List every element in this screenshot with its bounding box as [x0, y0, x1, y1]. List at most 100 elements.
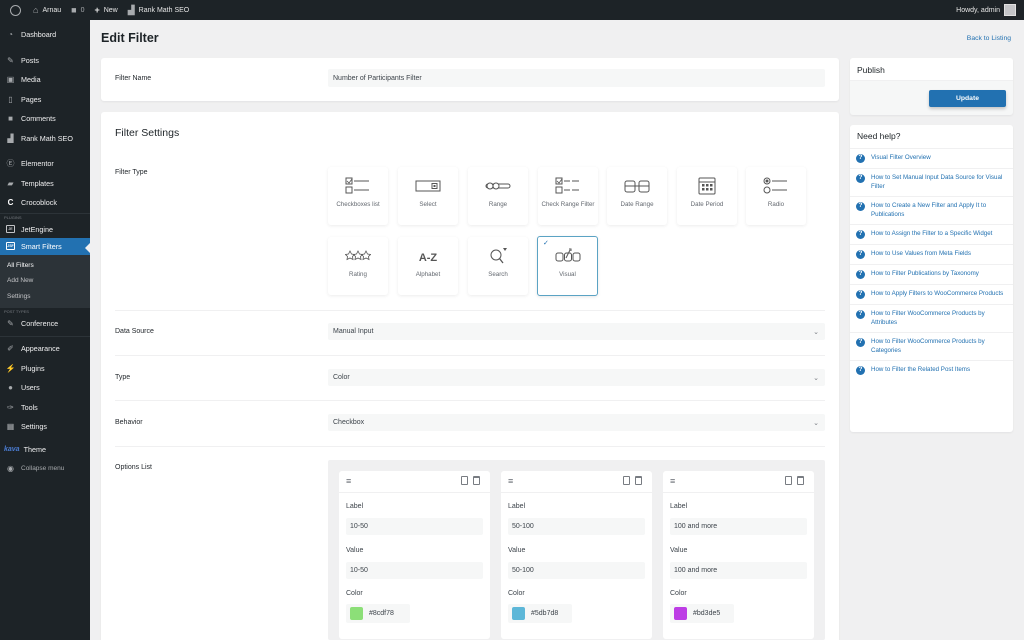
- sidebar-item-theme[interactable]: kava Theme: [0, 440, 90, 460]
- behavior-label: Behavior: [115, 419, 143, 426]
- submenu-settings[interactable]: Settings: [0, 289, 90, 305]
- sidebar-item-elementor[interactable]: Ⓔ Elementor: [0, 154, 90, 174]
- collapse-menu-button[interactable]: ◉ Collapse menu: [0, 459, 90, 479]
- date-range-icon: [624, 180, 650, 193]
- filter-type-range[interactable]: Range: [468, 167, 528, 225]
- site-name-link[interactable]: ⌂ Arnau: [33, 5, 61, 15]
- filter-type-radio[interactable]: Radio: [746, 167, 806, 225]
- filter-type-checkboxes[interactable]: Checkboxes list: [328, 167, 388, 225]
- option-color-picker[interactable]: #8cdf78: [346, 604, 410, 623]
- crocoblock-icon: C: [7, 198, 14, 208]
- filter-type-date-period[interactable]: Date Period: [677, 167, 737, 225]
- sidebar-item-settings[interactable]: ▦ Settings: [0, 417, 90, 437]
- sidebar-item-comments[interactable]: ■ Comments: [0, 109, 90, 129]
- sidebar-item-posts[interactable]: ✎ Posts: [0, 51, 90, 71]
- comment-icon: ■: [8, 114, 13, 124]
- sidebar-item-users[interactable]: ● Users: [0, 378, 90, 398]
- option-label-input[interactable]: 100 and more: [670, 518, 807, 535]
- filter-type-visual[interactable]: ✓ Visual: [537, 236, 598, 296]
- comments-link[interactable]: ■ 0: [71, 5, 84, 15]
- divider: [115, 310, 825, 311]
- sidebar-item-plugins[interactable]: ⚡ Plugins: [0, 359, 90, 379]
- filter-type-select[interactable]: Select: [398, 167, 458, 225]
- type-select[interactable]: Color ⌄: [328, 369, 825, 386]
- help-link[interactable]: ? How to Filter WooCommerce Products by C…: [850, 333, 1013, 361]
- filter-type-alphabet[interactable]: A-Z Alphabet: [398, 237, 458, 295]
- drag-handle-icon[interactable]: ≡: [670, 476, 675, 486]
- chevron-down-icon: ⌄: [813, 328, 819, 336]
- help-link[interactable]: ? How to Use Values from Meta Fields: [850, 245, 1013, 265]
- calendar-icon: [698, 177, 716, 195]
- sidebar-item-appearance[interactable]: ✐ Appearance: [0, 339, 90, 359]
- copy-icon[interactable]: [461, 476, 468, 485]
- update-button[interactable]: Update: [929, 90, 1006, 107]
- behavior-select[interactable]: Checkbox ⌄: [328, 414, 825, 431]
- drag-handle-icon[interactable]: ≡: [346, 476, 351, 486]
- filter-type-search[interactable]: Search: [468, 237, 528, 295]
- question-icon: ?: [856, 290, 865, 299]
- sidebar-item-crocoblock[interactable]: C Crocoblock: [0, 193, 90, 213]
- filter-name-label: Filter Name: [115, 75, 152, 82]
- filter-name-input[interactable]: Number of Participants Filter: [328, 69, 825, 87]
- sidebar-item-tools[interactable]: ✑ Tools: [0, 398, 90, 418]
- wordpress-logo[interactable]: [10, 4, 21, 16]
- trash-icon[interactable]: [473, 476, 480, 485]
- help-link[interactable]: ? How to Filter Publications by Taxonomy: [850, 265, 1013, 285]
- color-hex: #bd3de5: [693, 610, 721, 617]
- copy-icon[interactable]: [623, 476, 630, 485]
- option-label-input[interactable]: 10-50: [346, 518, 483, 535]
- help-box: Need help? ? Visual Filter Overview ? How …: [850, 125, 1013, 432]
- rankmath-link[interactable]: ▟ Rank Math SEO: [128, 5, 190, 16]
- sidebar-item-label: Users: [21, 383, 40, 393]
- plugin-icon: ⚡: [5, 363, 16, 373]
- option-color-picker[interactable]: #bd3de5: [670, 604, 734, 623]
- option-value-input[interactable]: 50-100: [508, 562, 645, 579]
- option-value-input[interactable]: 100 and more: [670, 562, 807, 579]
- trash-icon[interactable]: [797, 476, 804, 485]
- filter-type-label: Date Range: [620, 201, 654, 208]
- trash-icon[interactable]: [635, 476, 642, 485]
- filter-type-date-range[interactable]: Date Range: [607, 167, 667, 225]
- help-link[interactable]: ? How to Set Manual Input Data Source for…: [850, 169, 1013, 197]
- sidebar-item-rankmath[interactable]: ▟ Rank Math SEO: [0, 129, 90, 149]
- help-links: ? Visual Filter Overview ? How to Set Manu…: [850, 149, 1013, 380]
- back-to-listing-link[interactable]: Back to Listing: [967, 35, 1011, 42]
- sidebar-item-media[interactable]: ▣ Media: [0, 70, 90, 90]
- submenu-all-filters[interactable]: All Filters: [0, 258, 90, 274]
- dashboard-icon: ◔: [8, 30, 13, 40]
- account-menu[interactable]: Howdy, admin: [956, 0, 1016, 20]
- radio-icon: [763, 177, 787, 194]
- filter-type-rating[interactable]: Rating: [328, 237, 388, 295]
- filter-type-check-range[interactable]: Check Range Filter: [538, 167, 598, 225]
- option-color-picker[interactable]: #5db7d8: [508, 604, 572, 623]
- data-source-select[interactable]: Manual Input ⌄: [328, 323, 825, 340]
- help-link[interactable]: ? How to Filter the Related Post Items: [850, 361, 1013, 380]
- drag-handle-icon[interactable]: ≡: [508, 476, 513, 486]
- help-link[interactable]: ? Visual Filter Overview: [850, 149, 1013, 169]
- svg-text:A-Z: A-Z: [419, 252, 438, 264]
- sidebar-item-dashboard[interactable]: ◔ Dashboard: [0, 25, 90, 45]
- help-link[interactable]: ? How to Apply Filters to WooCommerce Pro…: [850, 285, 1013, 305]
- sidebar-item-smart-filters[interactable]: JSF Smart Filters: [0, 237, 90, 255]
- help-link-text: How to Filter WooCommerce Products by At…: [871, 310, 985, 326]
- help-link[interactable]: ? How to Create a New Filter and Apply It…: [850, 197, 1013, 225]
- sidebar-item-conference[interactable]: ✎ Conference: [0, 315, 90, 332]
- help-link[interactable]: ? How to Filter WooCommerce Products by A…: [850, 305, 1013, 333]
- question-icon: ?: [856, 154, 865, 163]
- sidebar-item-templates[interactable]: ▰ Templates: [0, 174, 90, 194]
- data-source-label: Data Source: [115, 328, 154, 335]
- filter-type-label: Rating: [349, 271, 367, 278]
- new-content-link[interactable]: + New: [94, 5, 117, 15]
- selected-check-icon: ✓: [543, 240, 549, 247]
- sidebar-item-label: Crocoblock: [21, 198, 57, 208]
- copy-icon[interactable]: [785, 476, 792, 485]
- sidebar-item-pages[interactable]: ▯ Pages: [0, 90, 90, 110]
- option-value-input[interactable]: 10-50: [346, 562, 483, 579]
- sidebar-item-jetengine[interactable]: JE JetEngine: [0, 221, 90, 238]
- sidebar-item-label: Conference: [21, 319, 59, 328]
- submenu-add-new[interactable]: Add New: [0, 273, 90, 289]
- collapse-icon: ◉: [7, 464, 14, 474]
- option-label-input[interactable]: 50-100: [508, 518, 645, 535]
- media-icon: ▣: [6, 75, 15, 85]
- help-link[interactable]: ? How to Assign the Filter to a Specific …: [850, 225, 1013, 245]
